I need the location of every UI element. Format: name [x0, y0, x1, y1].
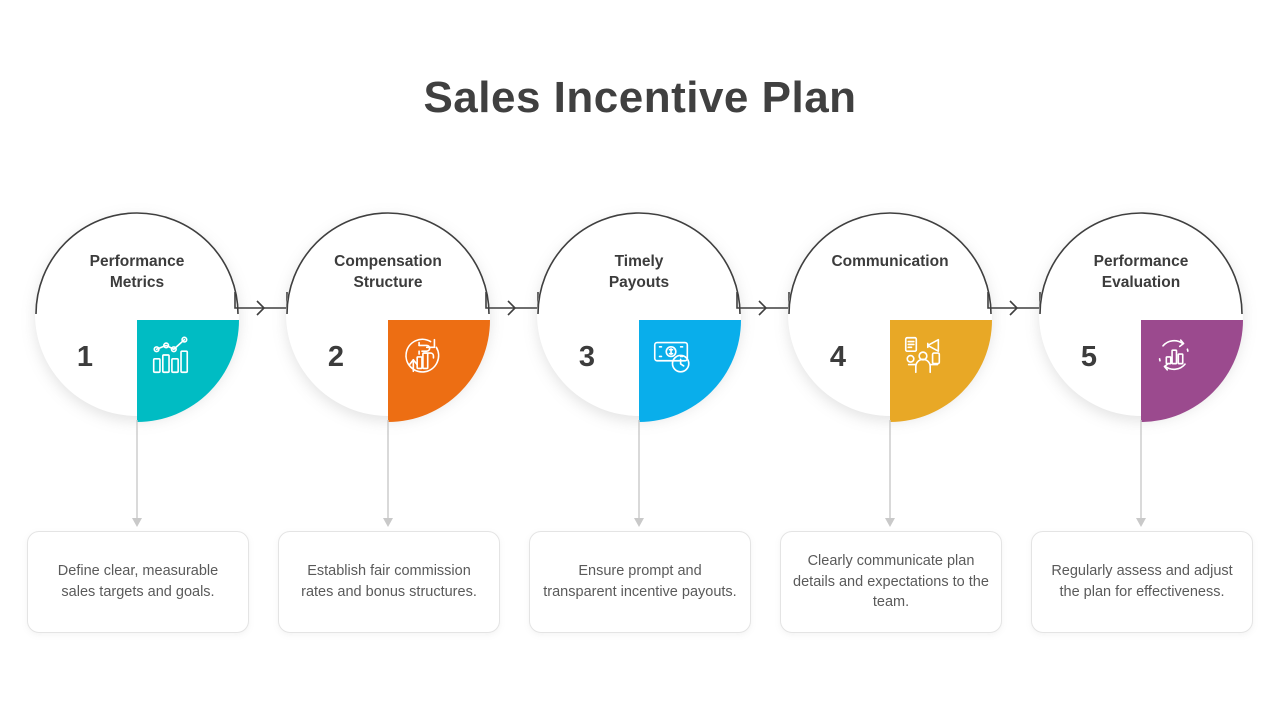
person-megaphone-icon [900, 332, 946, 378]
step-3[interactable]: Timely Payouts 3 [525, 206, 790, 434]
description-text: Ensure prompt and transparent incentive … [543, 563, 737, 600]
step-color-quadrant [388, 320, 490, 422]
description-card-2[interactable]: Establish fair commission rates and bonu… [278, 531, 500, 633]
step-color-quadrant [137, 320, 239, 422]
description-text: Clearly communicate plan details and exp… [793, 553, 989, 611]
description-text: Establish fair commission rates and bonu… [301, 563, 477, 600]
step-label: Timely Payouts [608, 253, 670, 291]
steps-row: Performance Metrics 1 Compensation Structur… [0, 206, 1280, 446]
description-cards-row: Define clear, measurable sales targets a… [0, 531, 1280, 635]
step-number: 3 [578, 341, 596, 373]
step-label: Performance Evaluation [1093, 253, 1189, 291]
hand-money-growth-icon [405, 338, 440, 373]
step-color-quadrant [639, 320, 741, 422]
step-4[interactable]: Communication 4 [776, 206, 1041, 434]
chart-refresh-cycle-icon [1151, 332, 1197, 378]
step-color-quadrant [1141, 320, 1243, 422]
cash-clock-icon [649, 332, 695, 378]
step-label: Compensation Structure [334, 253, 442, 291]
description-text: Regularly assess and adjust the plan for… [1051, 563, 1233, 600]
step-color-quadrant [890, 320, 992, 422]
step-1[interactable]: Performance Metrics 1 [23, 206, 288, 434]
description-card-4[interactable]: Clearly communicate plan details and exp… [780, 531, 1002, 633]
bar-chart-growth-icon [152, 336, 189, 374]
chart-refresh-cycle-icon [1158, 339, 1189, 371]
step-2[interactable]: Compensation Structure 2 [274, 206, 539, 434]
bar-chart-growth-icon [147, 332, 193, 378]
hand-money-growth-icon [398, 332, 444, 378]
description-text: Define clear, measurable sales targets a… [57, 563, 219, 600]
page-title: Sales Incentive Plan [423, 73, 857, 122]
cash-clock-icon [653, 341, 690, 373]
description-card-3[interactable]: Ensure prompt and transparent incentive … [529, 531, 751, 633]
description-card-5[interactable]: Regularly assess and adjust the plan for… [1031, 531, 1253, 633]
step-label: Performance Metrics [89, 253, 185, 291]
step-label: Communication [831, 253, 949, 270]
step-number: 4 [829, 341, 847, 373]
slide-canvas: Sales Incentive Plan Performance Metrics 1… [0, 0, 1280, 720]
step-number: 2 [327, 341, 345, 373]
step-number: 1 [76, 341, 94, 373]
step-5[interactable]: Performance Evaluation 5 [1027, 206, 1255, 434]
step-number: 5 [1080, 341, 1098, 373]
description-card-1[interactable]: Define clear, measurable sales targets a… [27, 531, 249, 633]
person-megaphone-icon [904, 336, 941, 374]
